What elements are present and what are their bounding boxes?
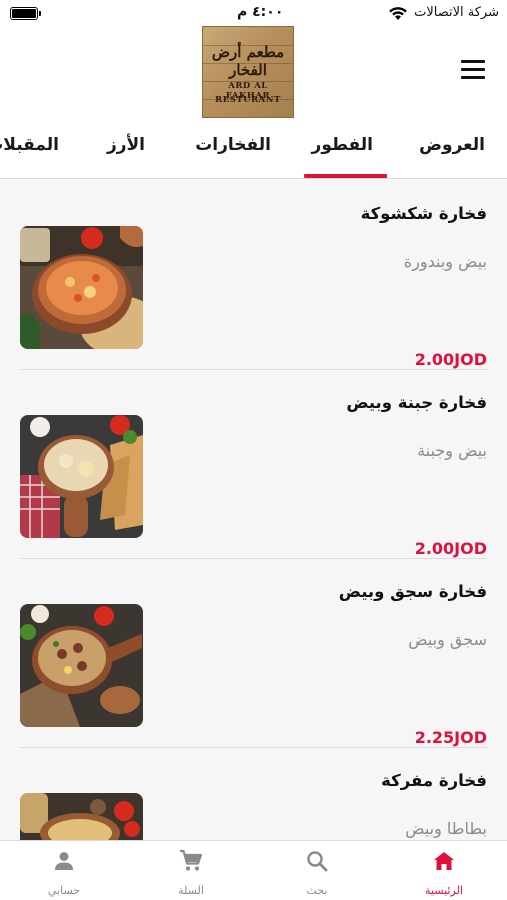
item-image	[20, 415, 143, 538]
menu-item[interactable]: فخارة شكشوكة بيض وبندورة 2.00JOD	[0, 180, 507, 370]
tab-rice[interactable]: الأرز	[107, 135, 145, 155]
tab-offers[interactable]: العروض	[419, 135, 485, 155]
item-image	[20, 793, 143, 840]
logo-arabic-text: مطعم أرض الفخار	[211, 43, 285, 79]
item-title: فخارة سجق وبيض	[338, 582, 487, 601]
item-description: سجق وبيض	[408, 630, 487, 649]
menu-item[interactable]: فخارة مفركة بطاطا وبيض	[0, 747, 507, 840]
bottom-navigation: الرئيسية بحث السلة حسابي	[0, 840, 507, 900]
status-time: ٤:٠٠ م	[237, 4, 284, 20]
category-tabs: العروض الفطور الفخارات الأرز المقبلات	[0, 121, 507, 179]
hamburger-menu-icon[interactable]	[461, 60, 485, 80]
app-header: مطعم أرض الفخار ARD AL FAKHAR RESTURANT	[0, 26, 507, 121]
active-tab-indicator	[304, 174, 387, 178]
menu-item[interactable]: فخارة جبنة وبيض بيض وجبنة 2.00JOD	[0, 369, 507, 559]
search-icon	[307, 851, 328, 872]
item-image	[20, 604, 143, 727]
home-icon	[434, 852, 454, 870]
nav-home[interactable]: الرئيسية	[389, 841, 499, 900]
nav-search-label: بحث	[306, 884, 328, 897]
item-title: فخارة جبنة وبيض	[346, 393, 487, 412]
nav-account[interactable]: حسابي	[9, 841, 119, 900]
app-root: ٤:٠٠ م شركة الاتصالات مطعم أرض الفخار AR…	[0, 0, 507, 900]
item-price: 2.25JOD	[414, 728, 487, 747]
nav-account-label: حسابي	[47, 884, 81, 897]
item-description: بيض وبندورة	[403, 252, 487, 271]
cart-icon	[180, 849, 203, 871]
battery-icon	[10, 7, 41, 20]
nav-home-label: الرئيسية	[425, 884, 463, 897]
battery-level	[12, 9, 36, 18]
logo-latin-text-2: RESTURANT	[215, 95, 281, 105]
item-image	[20, 226, 143, 349]
menu-item[interactable]: فخارة سجق وبيض سجق وبيض 2.25JOD	[0, 558, 507, 748]
status-bar: ٤:٠٠ م شركة الاتصالات	[0, 0, 507, 26]
item-title: فخارة مفركة	[381, 771, 487, 790]
nav-cart[interactable]: السلة	[136, 841, 246, 900]
item-price: 2.00JOD	[414, 539, 487, 558]
tab-breakfast[interactable]: الفطور	[312, 135, 373, 155]
item-price: 2.00JOD	[414, 350, 487, 369]
tab-clay-pots[interactable]: الفخارات	[195, 135, 271, 155]
nav-cart-label: السلة	[178, 884, 204, 897]
item-title: فخارة شكشوكة	[360, 204, 487, 223]
person-icon	[55, 852, 73, 870]
item-description: بطاطا وبيض	[405, 819, 487, 838]
menu-item-list[interactable]: فخارة شكشوكة بيض وبندورة 2.00JOD فخارة ج…	[0, 180, 507, 840]
carrier-name: شركة الاتصالات	[414, 5, 499, 20]
restaurant-logo: مطعم أرض الفخار ARD AL FAKHAR RESTURANT	[202, 26, 294, 118]
tab-appetizers[interactable]: المقبلات	[0, 135, 59, 155]
wifi-icon	[389, 7, 407, 20]
item-description: بيض وجبنة	[417, 441, 487, 460]
nav-search[interactable]: بحث	[262, 841, 372, 900]
